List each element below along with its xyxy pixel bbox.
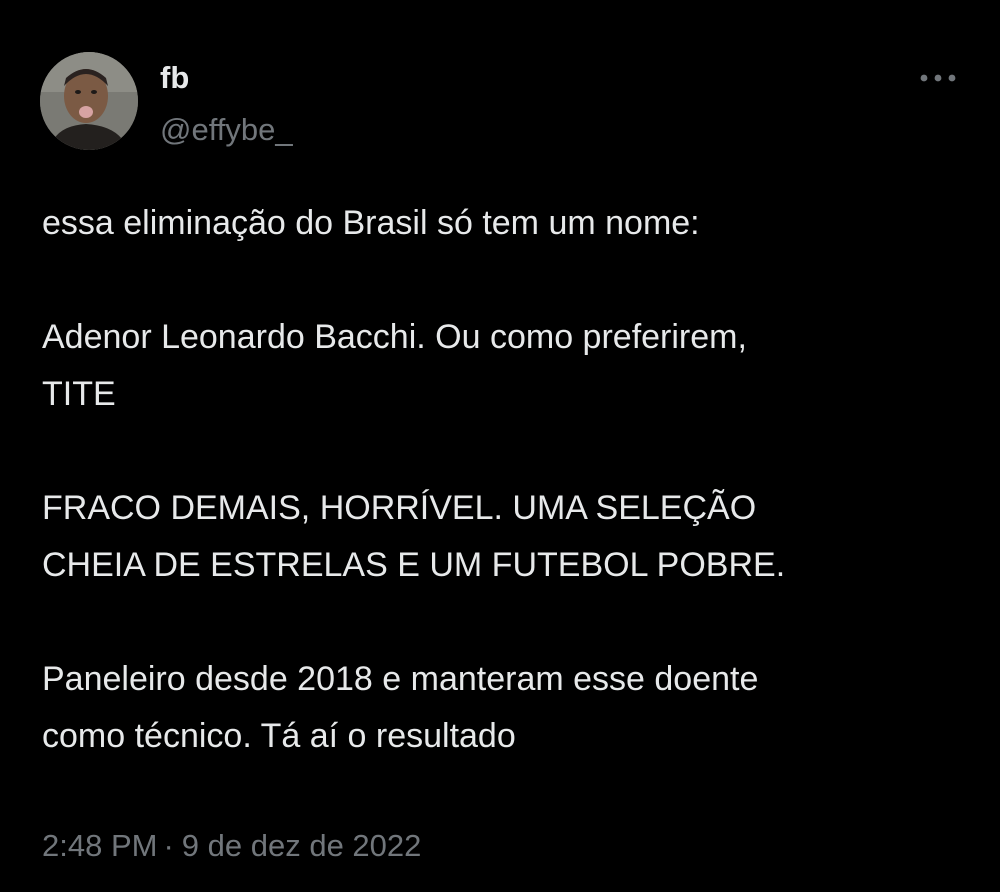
tweet-time[interactable]: 2:48 PM bbox=[42, 828, 157, 863]
more-options-button[interactable] bbox=[912, 60, 964, 96]
tweet-text: essa eliminação do Brasil só tem um nome… bbox=[42, 195, 972, 765]
avatar[interactable] bbox=[40, 52, 138, 150]
tweet-line: CHEIA DE ESTRELAS E UM FUTEBOL POBRE. bbox=[42, 546, 786, 584]
more-horizontal-icon bbox=[920, 74, 956, 82]
author-handle[interactable]: @effybe_ bbox=[160, 112, 293, 148]
tweet-line: Adenor Leonardo Bacchi. Ou como preferir… bbox=[42, 318, 747, 356]
tweet-line: TITE bbox=[42, 375, 116, 413]
tweet-line: essa eliminação do Brasil só tem um nome… bbox=[42, 204, 700, 242]
author-display-name[interactable]: fb bbox=[160, 60, 189, 96]
tweet-line: FRACO DEMAIS, HORRÍVEL. UMA SELEÇÃO bbox=[42, 489, 757, 527]
meta-separator: · bbox=[163, 828, 174, 863]
profile-photo-icon bbox=[40, 52, 138, 150]
tweet-line: Paneleiro desde 2018 e manteram esse doe… bbox=[42, 660, 759, 698]
tweet-line: como técnico. Tá aí o resultado bbox=[42, 717, 516, 755]
paragraph-break bbox=[42, 423, 972, 480]
tweet-timestamp[interactable]: 2:48 PM · 9 de dez de 2022 bbox=[42, 826, 421, 866]
paragraph-break bbox=[42, 252, 972, 309]
tweet-date[interactable]: 9 de dez de 2022 bbox=[182, 828, 422, 863]
tweet-card: fb @effybe_ essa eliminação do Brasil só… bbox=[0, 0, 1000, 892]
paragraph-break bbox=[42, 594, 972, 651]
